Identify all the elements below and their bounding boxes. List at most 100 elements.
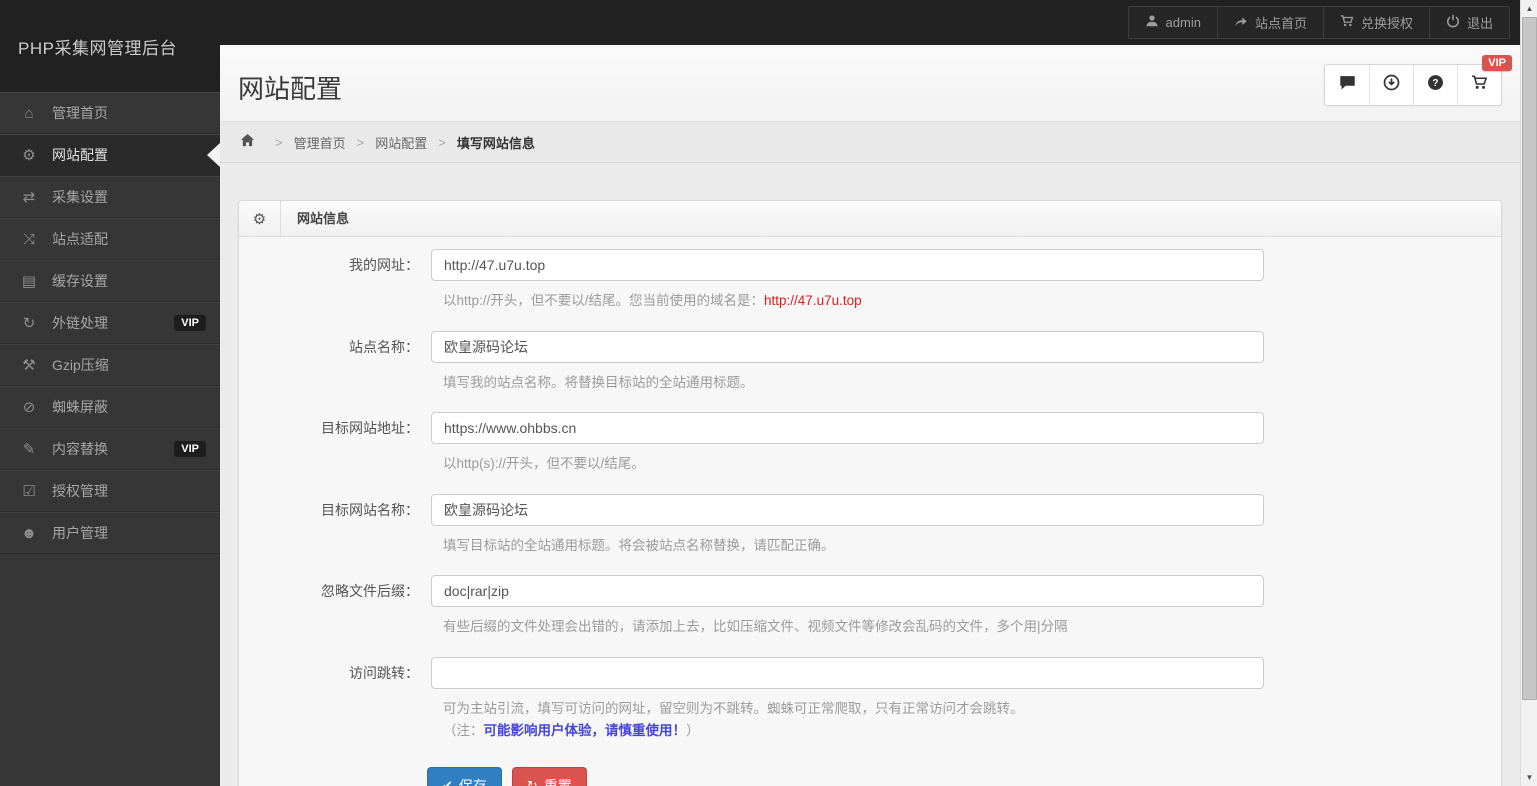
field-input[interactable] (431, 493, 1264, 526)
field-label: 目标网站地址： (321, 420, 419, 437)
sidebar-item[interactable]: 采集设置 (0, 176, 220, 218)
circle-download-icon (1383, 74, 1400, 96)
cart-icon (1471, 74, 1488, 96)
panel-header: ⚙ 网站信息 (239, 201, 1501, 237)
sidebar-item[interactable]: 缓存设置 (0, 260, 220, 302)
help-text: 以http(s)://开头，但不要以/结尾。 (443, 456, 645, 472)
field-label: 目标网站名称： (321, 501, 419, 518)
sidebar-item[interactable]: 授权管理 (0, 470, 220, 512)
help-text: 填写目标站的全站通用标题。将会被站点名称替换，请匹配正确。 (443, 537, 835, 553)
field-input[interactable] (431, 656, 1264, 689)
home-icon (240, 133, 264, 151)
home-icon (18, 105, 40, 122)
reset-button-label: 重置 (544, 776, 572, 786)
site-info-form: 我的网址： 以http://开头，但不要以/结尾。您当前使用的域名是：http:… (239, 237, 1501, 741)
field-label: 站点名称： (349, 338, 419, 355)
comment-icon (1339, 74, 1356, 96)
field-label: 我的网址： (349, 257, 419, 273)
sidebar-item[interactable]: 网站配置 (0, 134, 220, 176)
sidebar-item[interactable]: 内容替换 VIP (0, 428, 220, 470)
field-input[interactable] (431, 412, 1264, 445)
form-row: 访问跳转： 可为主站引流，填写可访问的网址，留空则为不跳转。蜘蛛可正常爬取，只有… (239, 656, 1501, 741)
sidebar-item[interactable]: 外链处理 VIP (0, 302, 220, 344)
field-input[interactable] (431, 330, 1264, 363)
cache-icon (18, 272, 40, 290)
help-text: （注： (443, 722, 484, 738)
breadcrumb-item[interactable]: > 填写网站信息 (427, 133, 535, 152)
form-row: 站点名称： 填写我的站点名称。将替换目标站的全站通用标题。 (239, 330, 1501, 394)
vip-badge: VIP (174, 315, 206, 331)
site-info-panel: ⚙ 网站信息 我的网址： 以http://开头，但不要以/结尾。您当前使用的域名… (238, 200, 1502, 786)
save-button[interactable]: ✔ 保存 (427, 767, 502, 786)
comment-button[interactable] (1325, 65, 1369, 105)
gzip-icon (18, 356, 40, 374)
cart-icon (1340, 14, 1354, 31)
vip-badge: VIP (174, 441, 206, 457)
replace-icon (18, 440, 40, 458)
spider-icon (18, 398, 40, 416)
breadcrumb-item-label: 管理首页 (293, 135, 346, 151)
breadcrumb: > 管理首页 > 网站配置 > 填写网站信息 (220, 122, 1520, 163)
sidebar-item[interactable]: 站点适配 (0, 218, 220, 260)
help-text: 可为主站引流，填写可访问的网址，留空则为不跳转。蜘蛛可正常爬取，只有正常访问才会… (443, 700, 1024, 716)
sidebar-item-label: 站点适配 (52, 231, 108, 247)
reset-button[interactable]: ↻ 重置 (511, 767, 587, 786)
scrollbar-thumb[interactable] (1522, 17, 1537, 700)
chevron-right-icon: > (356, 134, 365, 150)
scroll-up-icon[interactable]: ▲ (1521, 0, 1537, 17)
field-input[interactable] (431, 249, 1264, 281)
field-help: 有些后缀的文件处理会出错的，请添加上去，比如压缩文件、视频文件等修改会乱码的文件… (443, 616, 1501, 638)
app-logo: PHP采集网管理后台 (0, 0, 220, 92)
sidebar-item-label: 授权管理 (52, 483, 108, 499)
topbar-item-logout[interactable]: 退出 (1428, 7, 1509, 38)
vertical-scrollbar[interactable]: ▲ ▼ (1520, 0, 1537, 786)
topbar-menu: admin 站点首页 兑换授权 退出 (1127, 6, 1510, 39)
outlink-icon (18, 314, 40, 332)
sidebar-item[interactable]: 管理首页 (0, 92, 220, 134)
form-row: 我的网址： 以http://开头，但不要以/结尾。您当前使用的域名是：http:… (239, 249, 1501, 312)
topbar-item-label: 退出 (1466, 16, 1493, 31)
help-text: ） (686, 722, 700, 738)
app-logo-text: PHP采集网管理后台 (18, 38, 177, 58)
sidebar-item[interactable]: 蜘蛛屏蔽 (0, 386, 220, 428)
breadcrumb-item[interactable]: > 网站配置 (346, 133, 428, 152)
user-icon (1145, 14, 1159, 31)
help-text: http://47.u7u.top (764, 293, 862, 308)
share-icon (1234, 14, 1248, 31)
field-help: 以http://开头，但不要以/结尾。您当前使用的域名是：http://47.u… (443, 290, 1501, 312)
field-help: 可为主站引流，填写可访问的网址，留空则为不跳转。蜘蛛可正常爬取，只有正常访问才会… (443, 698, 1501, 741)
breadcrumb-item[interactable]: > 管理首页 (264, 133, 346, 152)
form-row: 目标网站地址： 以http(s)://开头，但不要以/结尾。 (239, 412, 1501, 475)
cart-button[interactable] (1457, 65, 1501, 105)
topbar: admin 站点首页 兑换授权 退出 (0, 0, 1520, 45)
collect-icon (18, 188, 40, 206)
field-label: 访问跳转： (349, 664, 419, 681)
form-actions: ✔ 保存 ↻ 重置 (427, 767, 1501, 786)
sidebar-item[interactable]: Gzip压缩 (0, 344, 220, 386)
download-button[interactable] (1369, 65, 1413, 105)
chevron-right-icon: > (438, 134, 446, 150)
header-icon-group: ? VIP (1324, 55, 1512, 106)
save-button-label: 保存 (459, 776, 487, 786)
topbar-item-exchange-license[interactable]: 兑换授权 (1322, 7, 1429, 38)
adapt-icon (18, 231, 40, 248)
svg-text:?: ? (1432, 78, 1438, 89)
help-button[interactable]: ? (1413, 65, 1457, 105)
form-row: 忽略文件后缀： 有些后缀的文件处理会出错的，请添加上去，比如压缩文件、视频文件等… (239, 575, 1501, 638)
scroll-down-icon[interactable]: ▼ (1521, 769, 1537, 786)
topbar-item-site-home[interactable]: 站点首页 (1216, 7, 1323, 38)
sidebar-item-label: 外链处理 (52, 315, 108, 331)
field-help: 填写目标站的全站通用标题。将会被站点名称替换，请匹配正确。 (443, 535, 1501, 557)
panel-title: 网站信息 (297, 211, 350, 226)
sidebar-item-label: 缓存设置 (52, 273, 108, 289)
field-input[interactable] (431, 575, 1264, 608)
form-row: 目标网站名称： 填写目标站的全站通用标题。将会被站点名称替换，请匹配正确。 (239, 493, 1501, 557)
field-label: 忽略文件后缀： (321, 583, 419, 600)
sidebar-item[interactable]: 用户管理 (0, 512, 220, 554)
reset-icon: ↻ (526, 778, 538, 786)
check-icon: ✔ (442, 778, 453, 786)
page-header: 网站配置 ? VIP (220, 45, 1520, 122)
field-help: 填写我的站点名称。将替换目标站的全站通用标题。 (443, 372, 1501, 394)
topbar-item-admin[interactable]: admin (1129, 7, 1217, 38)
breadcrumb-items: > 管理首页 > 网站配置 > 填写网站信息 (264, 133, 535, 152)
